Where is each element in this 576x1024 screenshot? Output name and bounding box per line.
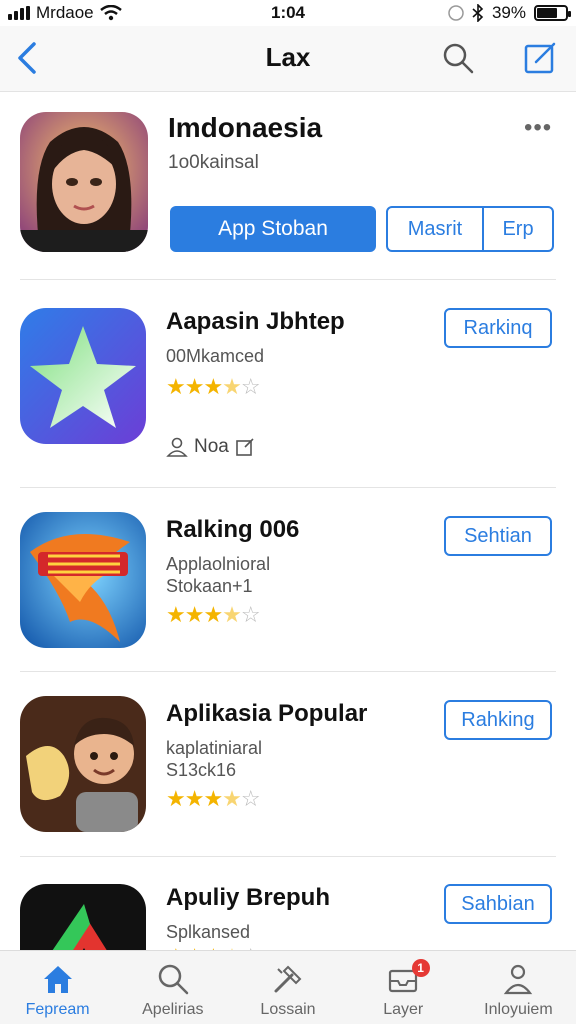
app-store-button[interactable]: App Stoban (170, 206, 376, 252)
tab-label: Inloyuiem (484, 1001, 553, 1018)
featured-app-subtitle: 1o0kainsal (168, 152, 259, 173)
home-icon (43, 966, 72, 993)
notification-badge: 1 (411, 959, 430, 977)
status-right: 39% (448, 3, 571, 23)
rating-stars: ★★★★☆ (166, 374, 261, 399)
tab-label: Fepream (25, 1001, 90, 1018)
divider (20, 279, 556, 280)
page-title: Lax (265, 42, 311, 72)
install-button[interactable]: Sahbian (444, 884, 552, 924)
list-item[interactable]: Ralking 006 Applaolnioral Stokaan+1 ★★★★… (0, 512, 576, 700)
featured-app: Imdonaesia 1o0kainsal ••• App Stoban Mas… (0, 92, 576, 280)
app-subtitle: kaplatiniaral (166, 738, 263, 758)
tab-label: Apelirias (142, 1001, 204, 1018)
compose-icon[interactable] (522, 40, 558, 76)
battery-icon (534, 5, 571, 21)
search-icon (158, 964, 189, 995)
segment-right[interactable]: Erp (482, 208, 552, 250)
list-item[interactable]: Aapasin Jbhtep 00Mkamced ★★★★☆ Rarkinq N… (0, 308, 576, 492)
app-subtitle: 00Mkamced (166, 346, 265, 366)
status-bar: Mrdaoe 1:04 39% (0, 0, 576, 26)
app-name: Aapasin Jbhtep (166, 308, 345, 335)
divider (20, 487, 556, 488)
moon-icon (448, 5, 464, 21)
rating-stars: ★★★★☆ (166, 786, 261, 811)
person-icon (504, 964, 533, 995)
tab-bar: Fepream Apelirias Lossain 1 Layer Inloyu… (0, 950, 576, 1024)
navigation-bar: Lax (0, 26, 576, 92)
hammer-icon (274, 965, 302, 993)
search-icon[interactable] (440, 40, 476, 76)
tab-label: Layer (383, 1001, 424, 1018)
more-options-icon[interactable]: ••• (524, 114, 552, 142)
app-icon-phoenix (20, 512, 146, 648)
app-name: Aplikasia Popular (166, 700, 368, 727)
app-subtitle: Applaolnioral (166, 554, 271, 574)
app-secondary: Stokaan+1 (166, 576, 253, 596)
divider (20, 856, 556, 857)
list-item[interactable]: Apuliy Brepuh Splkansed ★★★★☆ Sahbian (0, 884, 576, 950)
rank-button[interactable]: Rarkinq (444, 308, 552, 348)
app-name: Ralking 006 (166, 516, 300, 543)
segmented-control: Masrit Erp (386, 206, 554, 252)
app-icon-star (20, 308, 146, 444)
tab-home[interactable]: Fepream (0, 951, 115, 1024)
app-meta: Noa (166, 436, 255, 458)
app-name: Apuliy Brepuh (166, 884, 331, 911)
tab-tools[interactable]: Lossain (230, 951, 345, 1024)
tab-search[interactable]: Apelirias (115, 951, 230, 1024)
tab-layer[interactable]: 1 Layer (346, 951, 461, 1024)
divider (20, 671, 556, 672)
rating-stars: ★★★★☆ (166, 602, 261, 627)
app-subtitle: Splkansed (166, 922, 251, 942)
person-icon (166, 437, 188, 457)
rank-button[interactable]: Rahking (444, 700, 552, 740)
share-icon[interactable] (235, 437, 255, 457)
featured-app-name: Imdonaesia (168, 112, 323, 143)
install-button[interactable]: Sehtian (444, 516, 552, 556)
bluetooth-icon (472, 4, 484, 22)
app-icon-character (20, 696, 146, 832)
featured-app-icon[interactable] (20, 112, 148, 252)
segment-left[interactable]: Masrit (388, 208, 482, 250)
app-secondary: S13ck16 (166, 760, 237, 780)
app-meta-label: Noa (194, 436, 229, 457)
tab-label: Lossain (260, 1001, 316, 1018)
tab-profile[interactable]: Inloyuiem (461, 951, 576, 1024)
battery-percent: 39% (491, 3, 526, 22)
app-icon-arrow (20, 884, 146, 950)
